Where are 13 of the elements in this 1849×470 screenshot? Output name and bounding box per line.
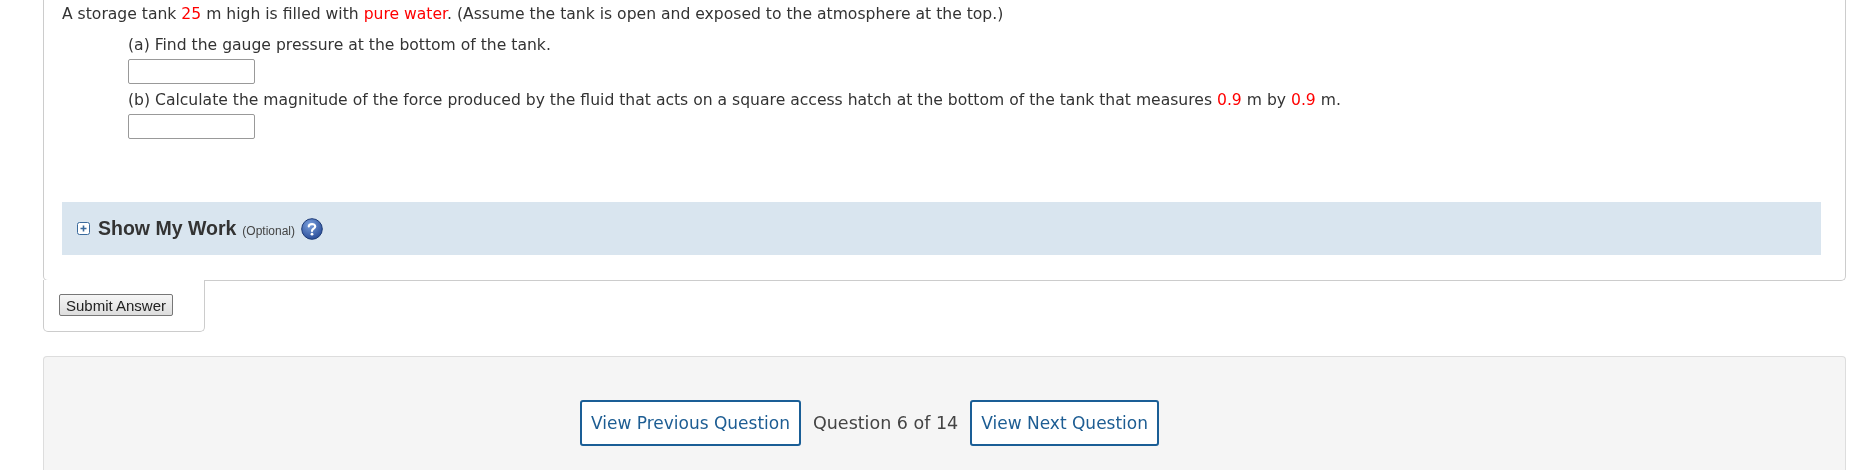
expand-icon[interactable] xyxy=(77,222,90,235)
show-my-work-title[interactable]: Show My Work xyxy=(98,217,237,240)
part-prompt: (b) Calculate the magnitude of the force produced by the fluid that acts on a square access hatch at the bottom of the tank that measures 0.9 m by 0.9 m. xyxy=(128,90,1342,111)
submit-answer-button[interactable]: Submit Answer xyxy=(59,294,174,316)
previous-question-button[interactable]: View Previous Question xyxy=(579,400,801,446)
answer-field[interactable] xyxy=(128,59,255,84)
next-question-button[interactable]: View Next Question xyxy=(970,400,1160,446)
question-text: A storage tank 25 m high is filled with pure water. (Assume the tank is open and exposed to the atmosphere at the top.) xyxy=(62,4,1005,25)
help-icon[interactable] xyxy=(301,217,323,240)
question-position: Question 6 of 14 xyxy=(812,412,960,435)
answer-field[interactable] xyxy=(128,114,255,139)
optional-note: (Optional) xyxy=(242,224,295,238)
part-prompt: (a) Find the gauge pressure at the bottom of the tank. xyxy=(128,35,552,56)
